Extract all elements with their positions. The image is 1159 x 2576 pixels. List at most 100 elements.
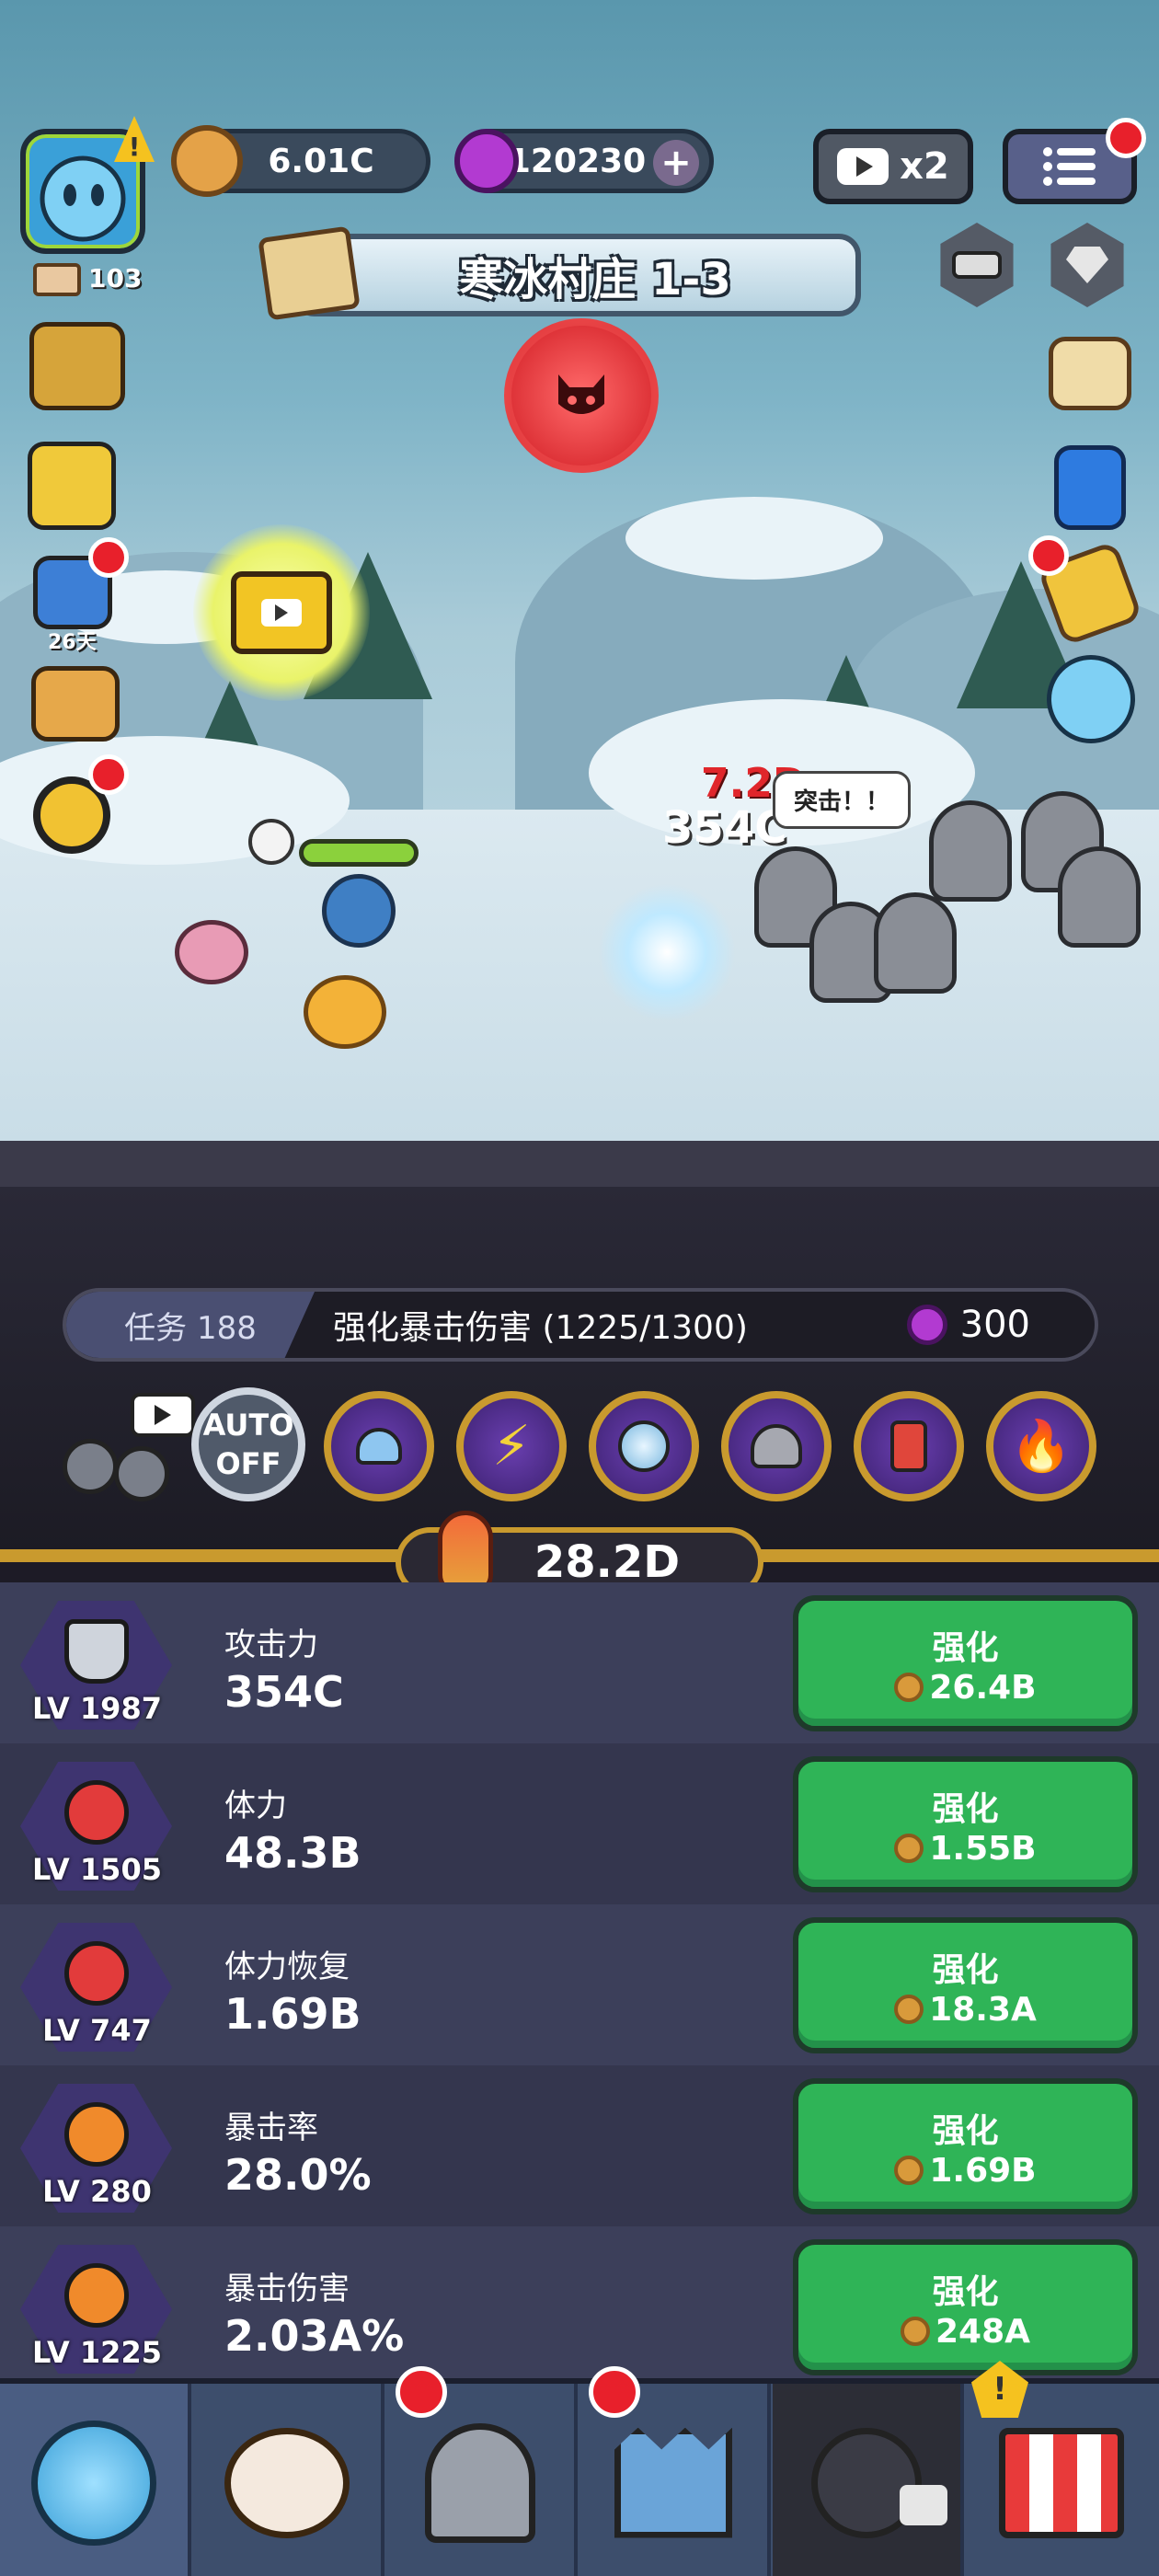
- skill-fire-sword-button[interactable]: 🔥: [986, 1391, 1096, 1501]
- hit-effect: [598, 883, 736, 1021]
- upgrade-button[interactable]: 强化 18.3A: [793, 1917, 1138, 2053]
- stat-row: LV 1505 体力 48.3B 强化 1.55B: [0, 1743, 1159, 1904]
- stage-banner[interactable]: 寒冰村庄 1-3: [293, 234, 861, 316]
- glowing-video-chest[interactable]: [193, 524, 370, 701]
- skill-wind-up-button[interactable]: [721, 1391, 832, 1501]
- stat-level: LV 1987: [32, 1691, 162, 1726]
- ad-multiplier: x2: [900, 145, 949, 188]
- scroll-quest-icon[interactable]: [1049, 337, 1131, 410]
- ticket-count: 103: [88, 263, 143, 293]
- gem-shop-icon[interactable]: [31, 666, 120, 742]
- stat-level: LV 1225: [32, 2335, 162, 2370]
- mission-number: 任务 188: [66, 1292, 315, 1358]
- guide-book-icon[interactable]: [1054, 445, 1126, 530]
- auto-label: AUTO: [202, 1408, 294, 1443]
- gold-coin-icon: [894, 2156, 924, 2185]
- enemy-knight: [1058, 846, 1141, 948]
- ticket-icon: [33, 263, 81, 296]
- event-alert-dot: [88, 537, 129, 578]
- ground-edge: [0, 1141, 1159, 1187]
- party-alert-dot: [1028, 535, 1069, 576]
- boss-button[interactable]: [504, 318, 659, 473]
- ad-boost-button[interactable]: x2: [813, 129, 973, 204]
- blob-face-icon: [31, 2420, 156, 2546]
- stat-row: LV 1987 攻击力 354C 强化 26.4B: [0, 1582, 1159, 1743]
- stat-level: LV 280: [42, 2174, 152, 2209]
- upgrade-label: 强化: [932, 1628, 999, 1667]
- stat-row: LV 1225 暴击伤害 2.03A% 强化 248A: [0, 2226, 1159, 2387]
- upgrade-button[interactable]: 强化 1.69B: [793, 2078, 1138, 2214]
- upgrade-button[interactable]: 强化 26.4B: [793, 1595, 1138, 1731]
- mission-description: 强化暴击伤害 (1225/1300): [333, 1309, 748, 1347]
- tab-character[interactable]: [0, 2384, 191, 2576]
- skill-tools-icon: [114, 1446, 169, 1501]
- upgrade-cost: 248A: [900, 2312, 1030, 2351]
- lightning-icon: ⚡: [491, 1414, 532, 1478]
- orb-icon: [618, 1420, 670, 1472]
- helmet-card-icon[interactable]: [28, 442, 116, 530]
- fire-sword-icon: [438, 1511, 493, 1593]
- gold-coin-icon: [894, 1673, 924, 1702]
- stat-value: 2.03A%: [224, 2311, 405, 2361]
- stat-name: 暴击率: [224, 2110, 318, 2146]
- stat-level: LV 747: [42, 2013, 152, 2048]
- play-video-icon: [837, 148, 889, 185]
- crit-rate-icon: [63, 2102, 129, 2167]
- gold-coin-icon: [894, 1995, 924, 2024]
- upgrade-cost-value: 26.4B: [929, 1668, 1037, 1707]
- heart-regen-icon: [63, 1941, 129, 2006]
- add-gems-icon[interactable]: +: [653, 140, 699, 186]
- crit-damage-icon: [63, 2263, 129, 2328]
- skill-lightning-button[interactable]: ⚡: [456, 1391, 567, 1501]
- upgrade-cost-value: 1.69B: [929, 2151, 1037, 2190]
- treasure-chest-icon[interactable]: [29, 322, 125, 410]
- king-slime-icon[interactable]: [1047, 655, 1135, 743]
- auto-toggle-button[interactable]: AUTO OFF: [191, 1387, 305, 1501]
- stat-value: 48.3B: [224, 1828, 361, 1878]
- stat-level: LV 1505: [32, 1852, 162, 1887]
- upgrade-cost: 1.69B: [894, 2151, 1037, 2190]
- play-video-icon: [131, 1393, 195, 1437]
- stat-value: 1.69B: [224, 1989, 361, 2039]
- tab-pets[interactable]: [193, 2384, 384, 2576]
- sword-icon: [63, 1619, 129, 1684]
- upgrade-label: 强化: [932, 1789, 999, 1828]
- gold-value: 6.01C: [268, 142, 374, 180]
- castle-alert-dot: [589, 2366, 640, 2418]
- player-character: [322, 874, 396, 948]
- upgrade-cost-value: 248A: [935, 2312, 1030, 2351]
- dungeon-alert-dot: [396, 2366, 447, 2418]
- upgrade-cost-value: 18.3A: [929, 1990, 1037, 2029]
- gold-coin-icon: [171, 125, 243, 197]
- heart-icon: [63, 1780, 129, 1845]
- player-health-bar: [299, 839, 419, 867]
- upgrade-label: 强化: [932, 2111, 999, 2150]
- gold-coin-icon: [900, 2317, 930, 2346]
- auto-state: OFF: [215, 1446, 281, 1481]
- skill-orb-button[interactable]: [589, 1391, 699, 1501]
- snow-cap: [625, 497, 883, 580]
- shop-stall-icon: [999, 2427, 1124, 2538]
- upgrade-button[interactable]: 强化 1.55B: [793, 1756, 1138, 1892]
- stat-value: 354C: [224, 1667, 344, 1717]
- castle-icon: [614, 2427, 732, 2538]
- gear-alert-dot: [88, 754, 129, 795]
- purple-gem-icon: [454, 129, 519, 193]
- upgrade-cost-value: 1.55B: [929, 1829, 1037, 1868]
- skill-totem-button[interactable]: [854, 1391, 964, 1501]
- auto-skill-video-icon[interactable]: [57, 1393, 195, 1503]
- skill-slime-button[interactable]: [324, 1391, 434, 1501]
- pet-pink: [175, 920, 248, 984]
- slime-skill-icon: [356, 1428, 402, 1465]
- gem-value: 120230: [507, 142, 647, 180]
- stat-name: 暴击伤害: [224, 2271, 350, 2307]
- enemy-speech-bubble: 突击！！: [773, 771, 912, 829]
- tab-locked[interactable]: [773, 2384, 964, 2576]
- upgrade-label: 强化: [932, 1950, 999, 1989]
- upgrade-button[interactable]: 强化 248A: [793, 2239, 1138, 2375]
- event-days-label: 26天: [48, 631, 97, 654]
- purple-gem-icon: [906, 1305, 947, 1345]
- list-menu-icon: [1043, 147, 1096, 186]
- wind-up-toy-icon: [751, 1424, 802, 1468]
- mission-bar[interactable]: 任务 188 强化暴击伤害 (1225/1300) 300: [63, 1288, 1098, 1362]
